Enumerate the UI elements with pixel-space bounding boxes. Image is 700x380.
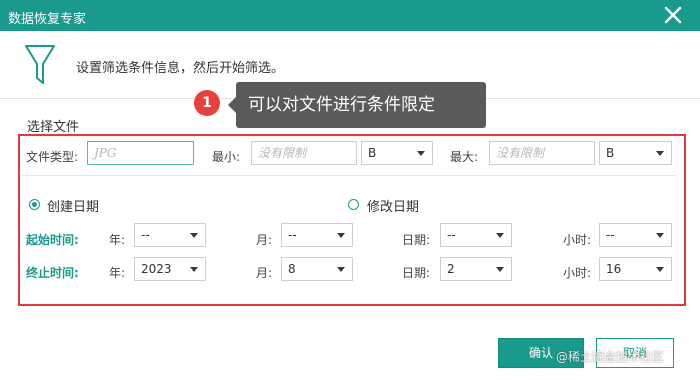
max-unit-value: B	[606, 146, 615, 160]
radio-modify-date[interactable]	[348, 199, 359, 210]
end-hour-select[interactable]: 16	[599, 257, 672, 281]
end-day-label: 日期:	[402, 266, 431, 280]
end-month-select[interactable]: 8	[281, 257, 353, 281]
file-type-input[interactable]: JPG	[87, 141, 194, 165]
start-hour-label: 小时:	[563, 233, 592, 247]
chevron-down-icon	[496, 267, 504, 272]
start-year-select[interactable]: --	[134, 223, 206, 247]
min-unit-select[interactable]: B	[361, 141, 433, 165]
watermark: @稀土掘金技术社区	[556, 350, 665, 364]
step-badge: 1	[194, 90, 220, 116]
section-title: 选择文件	[27, 120, 80, 135]
start-day-label: 日期:	[402, 233, 431, 247]
start-month-value: --	[288, 228, 297, 242]
end-hour-label: 小时:	[563, 266, 592, 280]
min-size-input[interactable]: 没有限制	[251, 141, 357, 165]
end-time-label: 终止时间:	[26, 266, 79, 280]
chevron-down-icon	[337, 233, 345, 238]
radio-modify-date-label[interactable]: 修改日期	[367, 196, 419, 215]
end-year-label: 年:	[109, 266, 126, 280]
start-day-select[interactable]: --	[440, 223, 512, 247]
min-size-label: 最小:	[212, 150, 241, 164]
funnel-icon	[25, 45, 55, 84]
start-month-label: 月:	[256, 233, 273, 247]
start-day-value: --	[447, 228, 456, 242]
annotation-tooltip: 可以对文件进行条件限定	[228, 82, 486, 128]
end-month-value: 8	[288, 262, 296, 276]
radio-create-date-label[interactable]: 创建日期	[47, 196, 99, 215]
chevron-down-icon	[656, 233, 664, 238]
chevron-down-icon	[496, 233, 504, 238]
start-year-value: --	[141, 228, 150, 242]
chevron-down-icon	[656, 151, 664, 156]
start-hour-select[interactable]: --	[599, 223, 672, 247]
end-year-select[interactable]: 2023	[134, 257, 206, 281]
chevron-down-icon	[337, 267, 345, 272]
file-type-label: 文件类型:	[26, 150, 79, 164]
end-day-value: 2	[447, 262, 455, 276]
min-unit-value: B	[368, 146, 377, 160]
chevron-down-icon	[656, 267, 664, 272]
start-time-label: 起始时间:	[26, 233, 79, 247]
chevron-down-icon	[190, 233, 198, 238]
instruction-text: 设置筛选条件信息，然后开始筛选。	[76, 61, 285, 76]
max-size-input[interactable]: 没有限制	[489, 141, 595, 165]
start-hour-value: --	[606, 228, 615, 242]
max-unit-select[interactable]: B	[599, 141, 672, 165]
close-icon[interactable]	[662, 4, 684, 26]
end-year-value: 2023	[141, 262, 172, 276]
chevron-down-icon	[417, 151, 425, 156]
max-size-label: 最大:	[450, 150, 479, 164]
window-title: 数据恢复专家	[8, 12, 87, 27]
title-bar: 数据恢复专家	[0, 0, 700, 31]
end-day-select[interactable]: 2	[440, 257, 512, 281]
start-year-label: 年:	[109, 233, 126, 247]
divider	[22, 175, 676, 176]
start-month-select[interactable]: --	[281, 223, 353, 247]
end-month-label: 月:	[256, 266, 273, 280]
radio-create-date[interactable]	[29, 199, 40, 210]
end-hour-value: 16	[606, 262, 622, 276]
chevron-down-icon	[190, 267, 198, 272]
